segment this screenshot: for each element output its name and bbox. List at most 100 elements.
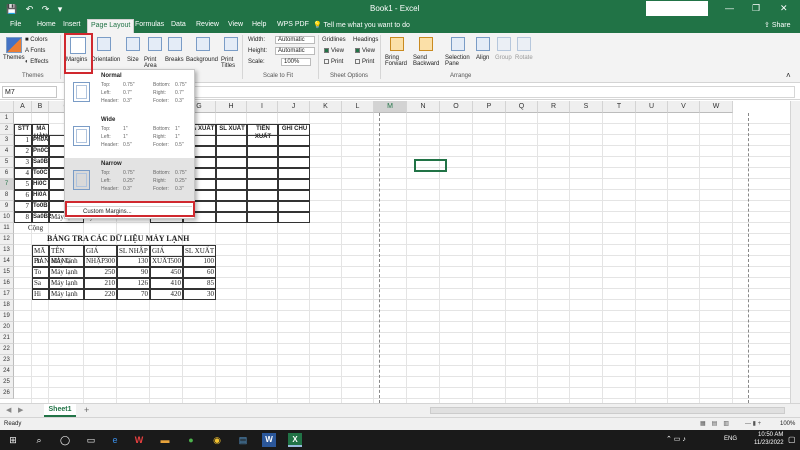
scale-input[interactable]: 100%: [281, 58, 311, 66]
sheet-nav-prev-icon[interactable]: ◀: [6, 406, 11, 414]
rotate-button[interactable]: Rotate: [515, 55, 533, 61]
tab-file[interactable]: File: [10, 21, 21, 28]
headings-print-checkbox[interactable]: Print: [355, 59, 374, 65]
table2-cell[interactable]: 130: [119, 256, 149, 267]
bring-forward-button[interactable]: Bring Forward: [385, 55, 411, 67]
margins-narrow-option[interactable]: Narrow Top: 0.75" Bottom: 0.75" Left: 0.25"…: [65, 158, 194, 202]
rotate-icon[interactable]: [517, 37, 531, 51]
selection-pane-button[interactable]: Selection Pane: [445, 55, 473, 67]
gridlines-view-checkbox[interactable]: View: [324, 48, 344, 54]
print-titles-icon[interactable]: [224, 37, 238, 51]
column-header-r[interactable]: R: [538, 101, 570, 113]
table2-cell[interactable]: 85: [185, 278, 214, 289]
orientation-button[interactable]: Orientation: [91, 57, 120, 63]
tab-view[interactable]: View: [228, 21, 243, 28]
column-header-u[interactable]: U: [636, 101, 668, 113]
table2-cell[interactable]: 410: [152, 278, 182, 289]
row-header-12[interactable]: 12: [0, 234, 14, 245]
row-header-26[interactable]: 26: [0, 388, 14, 399]
selected-cell-m7[interactable]: [414, 159, 447, 172]
row-header-7[interactable]: 7: [0, 179, 14, 190]
size-button[interactable]: Size: [127, 57, 139, 63]
gridlines-print-checkbox[interactable]: Print: [324, 59, 343, 65]
table1-ma-hang[interactable]: Hi0C: [33, 179, 60, 190]
send-backward-button[interactable]: Send Backward: [413, 55, 445, 67]
folder-icon[interactable]: ▬: [158, 433, 172, 447]
column-header-h[interactable]: H: [216, 101, 247, 113]
column-header-o[interactable]: O: [440, 101, 473, 113]
table1-ma-hang[interactable]: Hi0A: [33, 190, 60, 201]
table2-cell[interactable]: Máy lạnh: [51, 256, 82, 267]
group-icon[interactable]: [497, 37, 511, 51]
row-header-17[interactable]: 17: [0, 289, 14, 300]
themes-icon[interactable]: [6, 37, 22, 53]
table2-cell[interactable]: Hi: [34, 289, 47, 300]
name-box[interactable]: M7: [2, 86, 57, 98]
table2-title[interactable]: BẢNG TRA CÁC DỮ LIỆU MÁY LẠNH: [47, 234, 197, 245]
language-indicator[interactable]: ENG: [724, 436, 737, 442]
share-button[interactable]: ⇪ Share: [764, 21, 791, 29]
app-icon[interactable]: ●: [184, 433, 198, 447]
select-all-corner[interactable]: [0, 101, 14, 113]
row-header-6[interactable]: 6: [0, 168, 14, 179]
word-icon[interactable]: W: [262, 433, 276, 447]
row-header-11[interactable]: 11: [0, 223, 14, 234]
table2-cell[interactable]: 60: [185, 267, 214, 278]
print-titles-button[interactable]: Print Titles: [221, 57, 239, 69]
sheet-nav-next-icon[interactable]: ▶: [18, 406, 23, 414]
column-header-p[interactable]: P: [473, 101, 506, 113]
selection-pane-icon[interactable]: [451, 37, 465, 51]
row-header-10[interactable]: 10: [0, 212, 14, 223]
tab-wps-pdf[interactable]: WPS PDF: [277, 21, 309, 28]
table2-cell[interactable]: Máy lạnh: [51, 278, 82, 289]
table2-cell[interactable]: 90: [119, 267, 148, 278]
table1-stt[interactable]: 5: [14, 179, 30, 190]
table1-stt[interactable]: 8: [14, 212, 30, 223]
column-header-l[interactable]: L: [342, 101, 374, 113]
row-header-5[interactable]: 5: [0, 157, 14, 168]
column-header-q[interactable]: Q: [506, 101, 538, 113]
table1-ma-hang[interactable]: Pn0C: [33, 146, 60, 157]
task-view-icon[interactable]: ◯: [58, 433, 72, 447]
row-header-20[interactable]: 20: [0, 322, 14, 333]
table1-ma-hang[interactable]: To0C: [33, 168, 60, 179]
table1-ma-hang[interactable]: To0B: [33, 201, 60, 212]
themes-button[interactable]: Themes: [3, 55, 25, 61]
row-header-9[interactable]: 9: [0, 201, 14, 212]
minimize-button[interactable]: —: [725, 3, 734, 13]
bring-forward-icon[interactable]: [390, 37, 404, 51]
table1-stt[interactable]: 6: [14, 190, 30, 201]
align-icon[interactable]: [476, 37, 490, 51]
tab-data[interactable]: Data: [171, 21, 186, 28]
edge-icon[interactable]: e: [108, 433, 122, 447]
row-header-13[interactable]: 13: [0, 245, 14, 256]
column-header-j[interactable]: J: [278, 101, 310, 113]
vertical-scrollbar[interactable]: [790, 101, 800, 403]
row-header-19[interactable]: 19: [0, 311, 14, 322]
table2-cell[interactable]: 500: [152, 256, 182, 267]
table1-stt[interactable]: 3: [14, 157, 30, 168]
table2-cell[interactable]: Sa: [34, 278, 47, 289]
print-area-button[interactable]: Print Area: [144, 57, 164, 69]
close-button[interactable]: ✕: [780, 3, 788, 14]
table1-ma-hang[interactable]: Sa0B: [33, 157, 60, 168]
table2-cell[interactable]: 30: [185, 289, 214, 300]
row-header-18[interactable]: 18: [0, 300, 14, 311]
row-header-25[interactable]: 25: [0, 377, 14, 388]
row-header-22[interactable]: 22: [0, 344, 14, 355]
column-header-t[interactable]: T: [603, 101, 636, 113]
row-header-24[interactable]: 24: [0, 366, 14, 377]
account-area[interactable]: [646, 1, 708, 16]
background-button[interactable]: Background: [186, 57, 218, 63]
fonts-button[interactable]: A Fonts: [25, 48, 45, 54]
orientation-icon[interactable]: [97, 37, 111, 51]
clock-time[interactable]: 10:50 AM: [758, 432, 783, 438]
margins-normal-option[interactable]: Normal Top: 0.75" Bottom: 0.75" Left: 0.7" …: [65, 70, 194, 114]
row-header-2[interactable]: 2: [0, 124, 14, 135]
column-header-b[interactable]: B: [32, 101, 49, 113]
send-backward-icon[interactable]: [419, 37, 433, 51]
table1-stt[interactable]: 7: [14, 201, 30, 212]
table1-stt[interactable]: 2: [14, 146, 30, 157]
row-header-8[interactable]: 8: [0, 190, 14, 201]
table2-cell[interactable]: 250: [86, 267, 116, 278]
